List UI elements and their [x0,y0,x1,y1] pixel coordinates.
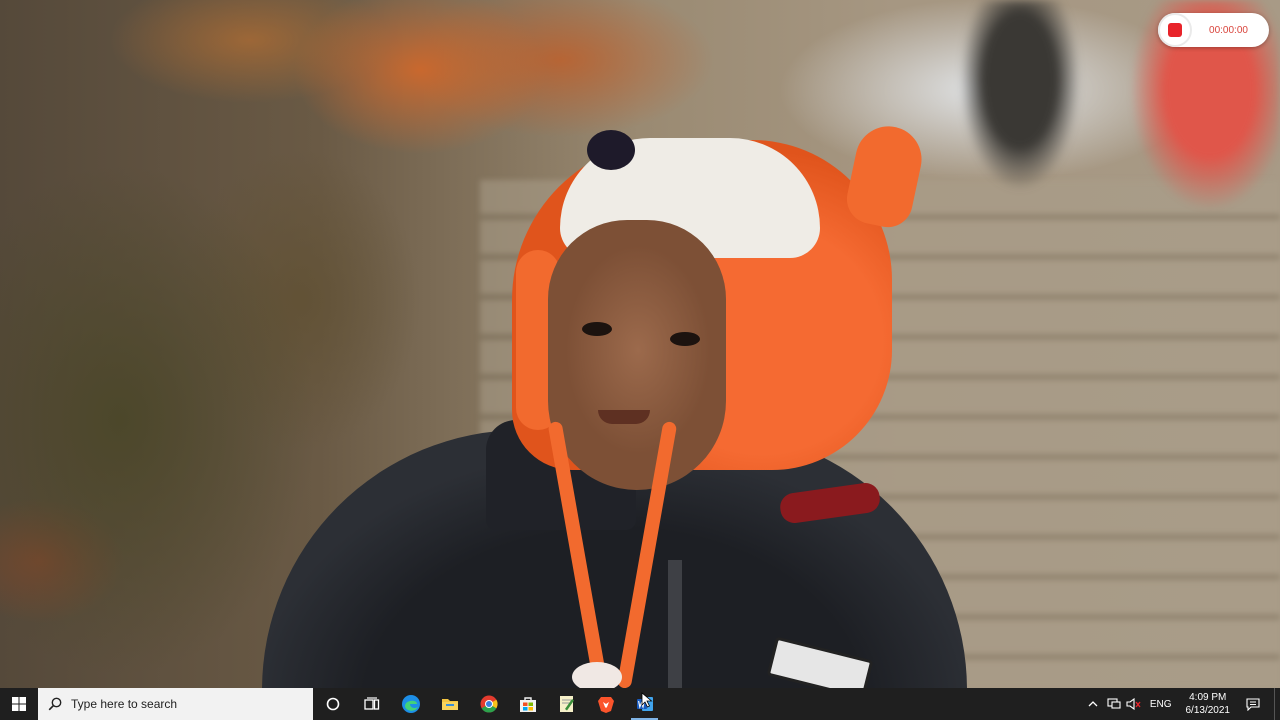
edge-button[interactable] [391,688,430,720]
desktop-wallpaper [0,0,1280,688]
edge-icon [401,695,420,713]
stop-icon [1168,23,1182,37]
taskbar-search-box[interactable]: Type here to search [38,688,313,720]
record-stop-button[interactable] [1158,13,1192,47]
cortana-button[interactable] [313,688,352,720]
screen-recorder-widget: 00:00:00 [1158,13,1269,47]
windows-logo-icon [12,697,26,711]
search-placeholder: Type here to search [71,697,178,711]
volume-muted-icon [1126,698,1141,710]
wallpaper-hat-string-pompom [572,662,622,688]
wallpaper-child-eye-left [582,322,612,336]
notepad-icon [559,696,574,712]
microsoft-store-button[interactable] [508,688,547,720]
cortana-icon [326,697,339,711]
search-icon [48,697,62,711]
network-icon [1107,698,1121,709]
network-button[interactable] [1104,688,1124,720]
wallpaper-jacket-zipper [668,560,682,688]
taskbar-clock[interactable]: 4:09 PM 6/13/2021 [1178,691,1239,717]
chrome-icon [480,695,498,713]
show-hidden-icons-button[interactable] [1082,688,1104,720]
task-view-icon [363,697,379,710]
clock-date: 6/13/2021 [1185,705,1231,716]
microsoft-store-icon [519,697,536,712]
taskbar: Type here to search ENG 4:09 PM 6/13/202… [0,688,1280,720]
clock-time: 4:09 PM [1189,692,1227,703]
start-button[interactable] [0,688,38,720]
file-explorer-button[interactable] [430,688,469,720]
task-view-button[interactable] [352,688,391,720]
wallpaper-background-person [950,0,1090,220]
wallpaper-hat-pompom-nose [587,130,635,170]
chevron-up-icon [1088,701,1098,707]
chrome-button[interactable] [469,688,508,720]
wallpaper-child-face [548,220,726,490]
notification-icon [1246,697,1260,711]
brave-button[interactable] [586,688,625,720]
file-explorer-icon [441,699,458,710]
recording-timer: 00:00:00 [1209,24,1248,36]
volume-button[interactable] [1124,688,1144,720]
wallpaper-child-mouth [598,410,650,424]
show-desktop-button[interactable] [1274,688,1280,720]
system-tray: ENG 4:09 PM 6/13/2021 [1082,688,1280,720]
input-language-indicator[interactable]: ENG [1144,699,1178,710]
wallpaper-child-eye-right [670,332,700,346]
brave-icon [597,697,614,713]
notepad-button[interactable] [547,688,586,720]
mouse-cursor-icon [641,692,653,708]
action-center-button[interactable] [1238,688,1268,720]
